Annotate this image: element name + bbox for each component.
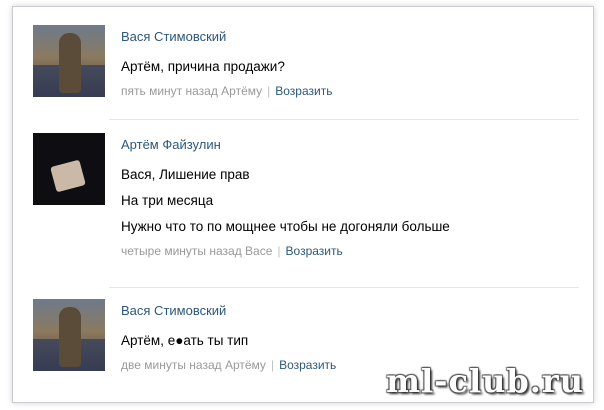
comment-text: Артём, причина продажи?: [121, 59, 285, 74]
comment-text: Артём, е●ать ты тип: [121, 333, 249, 348]
comments-panel: Вася Стимовский Артём, причина продажи? …: [12, 6, 594, 403]
comment-text: Вася, Лишение прав: [121, 167, 250, 182]
avatar[interactable]: [33, 133, 105, 205]
comment-author[interactable]: Вася Стимовский: [121, 29, 583, 44]
comment-author[interactable]: Артём Файзулин: [121, 137, 583, 152]
avatar[interactable]: [33, 299, 105, 371]
avatar[interactable]: [33, 25, 105, 97]
reply-button[interactable]: Возразить: [275, 84, 332, 98]
comment-time[interactable]: пять минут назад Артёму: [121, 84, 262, 98]
comment-text: На три месяца: [121, 193, 214, 208]
comment: Артём Файзулин Вася, Лишение прав На три…: [13, 123, 593, 293]
comment-meta: четыре минуты назад Васе | Возразить: [121, 244, 343, 258]
reply-button[interactable]: Возразить: [279, 358, 336, 372]
comment-meta: пять минут назад Артёму | Возразить: [121, 84, 333, 98]
watermark: ml-club.ru: [386, 362, 584, 400]
comment-time[interactable]: четыре минуты назад Васе: [121, 244, 272, 258]
comment: Вася Стимовский Артём, причина продажи? …: [13, 15, 593, 119]
comment-author[interactable]: Вася Стимовский: [121, 303, 583, 318]
comment-time[interactable]: две минуты назад Артёму: [121, 358, 266, 372]
divider: [109, 119, 579, 120]
reply-button[interactable]: Возразить: [286, 244, 343, 258]
divider: [109, 287, 579, 288]
comment-text: Нужно что то по мощнее чтобы не догоняли…: [121, 219, 450, 234]
